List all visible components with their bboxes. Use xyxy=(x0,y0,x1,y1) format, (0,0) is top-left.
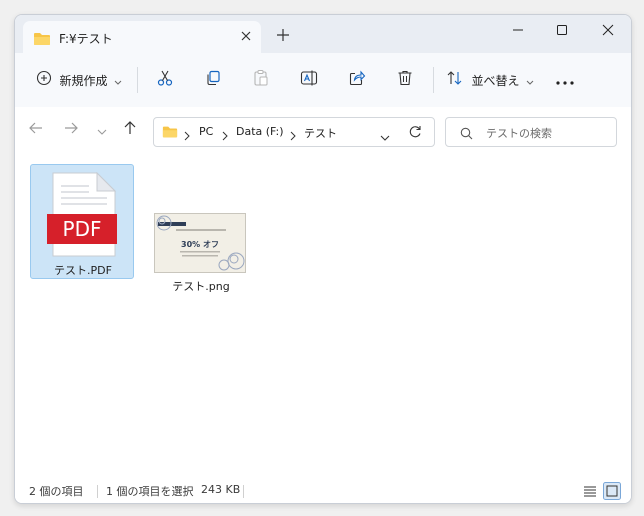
tab-title: F:¥テスト xyxy=(59,32,113,46)
breadcrumb-pc[interactable]: PC xyxy=(199,125,213,138)
arrow-left-icon xyxy=(28,120,44,140)
folder-icon xyxy=(162,124,178,143)
toolbar-divider xyxy=(137,67,138,93)
image-thumbnail: 30% オフ xyxy=(154,213,246,277)
thumbnail-text: 30% オフ xyxy=(181,240,219,249)
refresh-icon[interactable] xyxy=(408,124,422,143)
more-icon xyxy=(555,71,575,90)
item-count: 2 個の項目 xyxy=(29,485,84,498)
back-button[interactable] xyxy=(25,119,47,141)
tab-current-folder[interactable]: F:¥テスト xyxy=(23,21,261,53)
tab-bar: F:¥テスト xyxy=(15,15,631,53)
tiles-view-icon[interactable] xyxy=(603,482,621,503)
clipboard-icon xyxy=(252,69,270,91)
forward-button[interactable] xyxy=(60,119,82,141)
minimize-button[interactable] xyxy=(495,15,541,45)
close-window-button[interactable] xyxy=(585,15,631,45)
search-placeholder: テストの検索 xyxy=(486,127,552,140)
scissors-icon xyxy=(156,69,174,91)
breadcrumb-separator-icon xyxy=(290,126,296,145)
arrow-up-icon xyxy=(122,120,138,140)
new-button-label: 新規作成 xyxy=(59,73,108,88)
new-button[interactable]: 新規作成 xyxy=(33,65,125,95)
chevron-down-icon xyxy=(114,71,122,90)
share-button[interactable] xyxy=(345,65,369,95)
new-tab-button[interactable] xyxy=(273,25,293,45)
navigation-bar: PC Data (F:) テスト テストの検索 xyxy=(15,107,631,155)
arrow-right-icon xyxy=(63,120,79,140)
sort-button[interactable]: 並べ替え xyxy=(445,65,535,95)
search-box[interactable]: テストの検索 xyxy=(445,117,617,147)
status-divider xyxy=(97,485,98,498)
file-name: テスト.PDF xyxy=(54,264,112,277)
rename-button[interactable] xyxy=(297,65,321,95)
recent-locations-button[interactable] xyxy=(91,119,113,141)
breadcrumb-separator-icon xyxy=(184,126,190,145)
paste-button[interactable] xyxy=(249,65,273,95)
explorer-window: F:¥テスト 新規作成 並べ替え PC Data (F:) テスト テストの検索… xyxy=(14,14,632,504)
toolbar-divider xyxy=(433,67,434,93)
breadcrumb-current-folder[interactable]: テスト xyxy=(304,125,337,141)
add-circle-icon xyxy=(36,70,52,90)
sort-arrows-icon xyxy=(446,70,464,90)
rename-icon xyxy=(300,69,318,91)
cut-button[interactable] xyxy=(153,65,177,95)
trash-icon xyxy=(396,69,414,91)
file-item-pdf[interactable]: PDF テスト.PDF xyxy=(30,164,134,279)
sort-button-label: 並べ替え xyxy=(471,73,520,88)
delete-button[interactable] xyxy=(393,65,417,95)
pdf-icon-label: PDF xyxy=(63,217,102,241)
address-bar[interactable]: PC Data (F:) テスト xyxy=(153,117,435,147)
selection-count: 1 個の項目を選択 xyxy=(106,485,194,498)
copy-button[interactable] xyxy=(201,65,225,95)
share-icon xyxy=(348,69,366,91)
folder-icon xyxy=(33,31,51,50)
file-list: PDF テスト.PDF 30% オフ テスト.png xyxy=(15,155,631,480)
selection-size: 243 KB xyxy=(201,483,241,496)
chevron-down-icon xyxy=(526,71,534,90)
chevron-down-icon xyxy=(97,121,107,140)
close-tab-icon[interactable] xyxy=(238,28,254,44)
details-view-icon[interactable] xyxy=(583,484,597,501)
command-bar: 新規作成 並べ替え xyxy=(15,53,631,108)
file-name: テスト.png xyxy=(172,280,230,293)
file-item-png[interactable]: 30% オフ テスト.png xyxy=(149,164,253,293)
maximize-button[interactable] xyxy=(539,15,585,45)
copy-icon xyxy=(204,69,222,91)
status-bar: 2 個の項目 1 個の項目を選択 243 KB xyxy=(15,480,631,503)
more-options-button[interactable] xyxy=(551,65,579,95)
up-button[interactable] xyxy=(119,119,141,141)
breadcrumb-drive[interactable]: Data (F:) xyxy=(236,125,284,138)
address-history-chevron-icon[interactable] xyxy=(380,127,390,146)
status-divider xyxy=(243,485,244,498)
breadcrumb-separator-icon xyxy=(222,126,228,145)
search-icon xyxy=(460,125,473,144)
pdf-file-icon: PDF xyxy=(47,171,117,262)
